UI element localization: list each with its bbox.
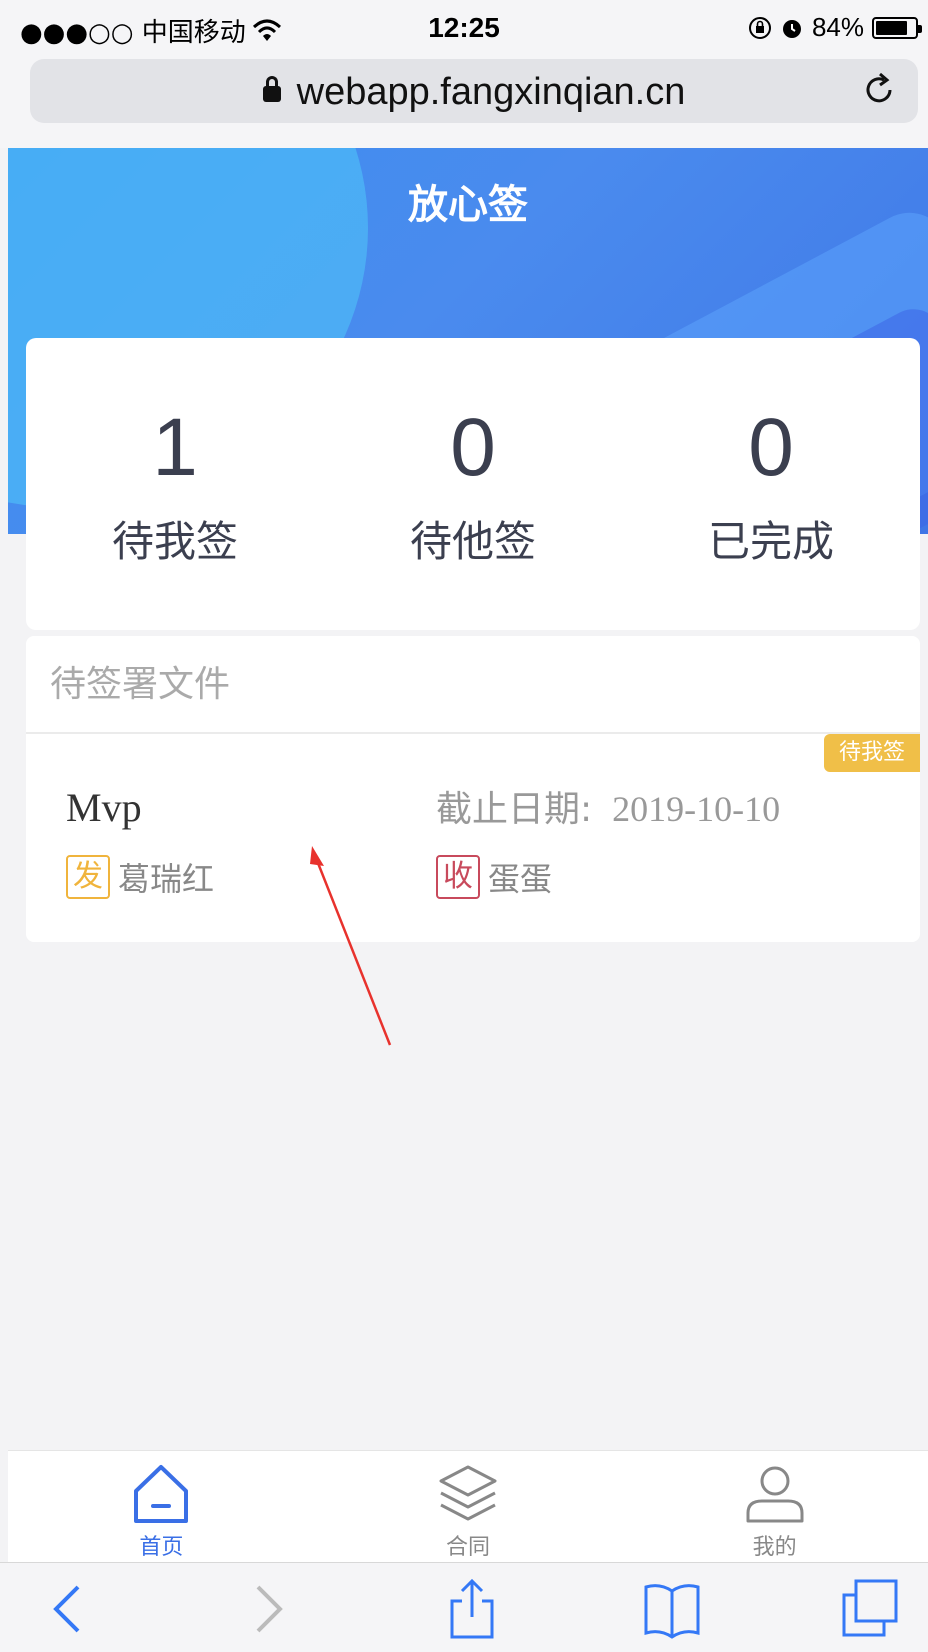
tab-label: 首页 [139, 1535, 184, 1560]
lock-icon [262, 76, 281, 102]
orientation-lock-icon [748, 16, 771, 39]
tab-contracts[interactable]: 合同 [315, 1451, 622, 1562]
tab-mine[interactable]: 我的 [621, 1451, 928, 1562]
tab-label: 合同 [446, 1535, 491, 1560]
section-title: 待签署文件 [26, 636, 920, 734]
stat-label: 待他签 [409, 517, 536, 566]
receiver-name: 蛋蛋 [488, 860, 553, 898]
receiver: 收 蛋蛋 [436, 854, 552, 900]
sender-tag: 发 [66, 855, 110, 899]
deadline: 截止日期: 2019-10-10 [436, 780, 780, 832]
stats-card: 1 待我签 0 待他签 0 已完成 [26, 338, 920, 630]
bottom-tab-bar: 首页 合同 我的 [8, 1450, 928, 1562]
layers-icon [439, 1465, 497, 1521]
status-badge: 待我签 [824, 734, 920, 772]
page-title: 放心签 [408, 182, 528, 228]
receiver-tag: 收 [436, 855, 480, 899]
status-indicators: 84% [748, 12, 922, 43]
browser-address-area: webapp.fangxinqian.cn [0, 56, 928, 148]
pending-documents-card: 待签署文件 待我签 Mvp 截止日期: 2019-10-10 发 葛瑞红 收 蛋蛋 [26, 636, 920, 942]
stat-count: 0 [450, 402, 496, 493]
sender-name: 葛瑞红 [118, 860, 215, 898]
tab-home[interactable]: 首页 [8, 1451, 315, 1562]
app-content: 放心签 1 待我签 0 待他签 0 已完成 待签署文件 待我签 Mvp 截止日期… [8, 148, 928, 1562]
share-icon[interactable] [442, 1579, 502, 1639]
tabs-icon[interactable] [840, 1579, 900, 1639]
status-bar: ●●●○○ 中国移动 12:25 84% [0, 0, 928, 56]
back-icon[interactable] [40, 1579, 100, 1639]
annotation-arrow [310, 846, 392, 1046]
document-row[interactable]: 待我签 Mvp 截止日期: 2019-10-10 发 葛瑞红 收 蛋蛋 [26, 734, 920, 942]
browser-toolbar [0, 1562, 928, 1652]
sender: 发 葛瑞红 [66, 854, 214, 900]
stat-pending-others[interactable]: 0 待他签 [324, 338, 622, 630]
home-icon [134, 1465, 189, 1523]
stat-pending-me[interactable]: 1 待我签 [26, 338, 324, 630]
deadline-date: 2019-10-10 [612, 789, 781, 829]
user-icon [746, 1466, 804, 1523]
document-name: Mvp [66, 785, 142, 830]
stat-count: 0 [748, 402, 794, 493]
tab-label: 我的 [752, 1535, 797, 1560]
battery-percent: 84% [811, 12, 864, 42]
bookmarks-icon[interactable] [642, 1579, 702, 1639]
reload-icon[interactable] [860, 71, 898, 109]
alarm-icon [782, 19, 801, 38]
stat-completed[interactable]: 0 已完成 [622, 338, 920, 630]
battery-icon [872, 16, 922, 39]
forward-icon[interactable] [236, 1579, 296, 1639]
stat-label: 已完成 [707, 517, 834, 566]
address-bar[interactable]: webapp.fangxinqian.cn [30, 59, 918, 123]
stat-count: 1 [152, 402, 198, 493]
deadline-label: 截止日期: [436, 789, 593, 830]
url-text: webapp.fangxinqian.cn [296, 71, 686, 113]
stat-label: 待我签 [111, 517, 238, 566]
